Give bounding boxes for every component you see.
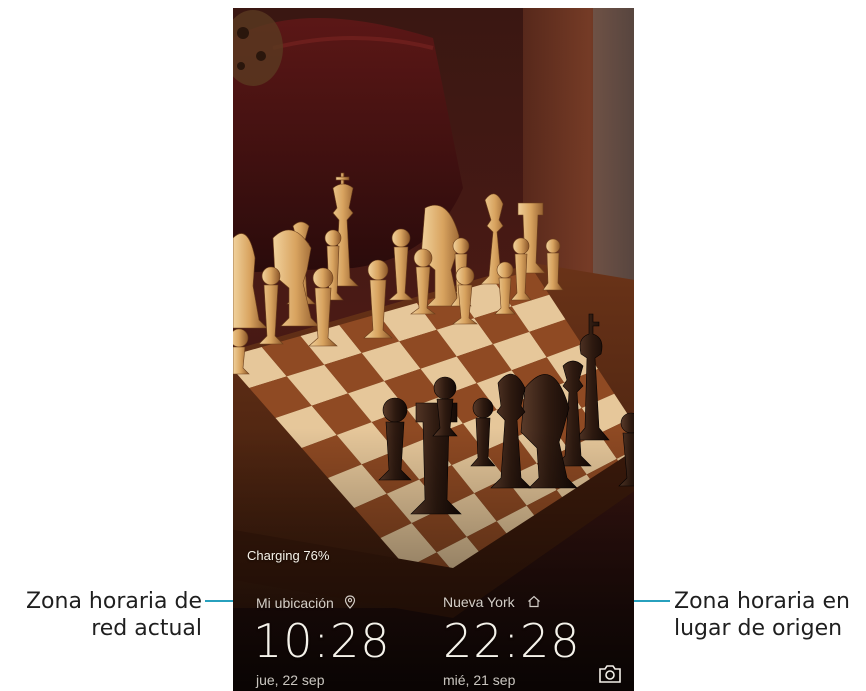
callout-label-line: Zona horaria de (25, 589, 202, 614)
callout-home-timezone: Zona horaria en lugar de origen (674, 589, 864, 643)
clock-time-current: 10:28 (253, 614, 391, 668)
camera-icon[interactable] (597, 664, 623, 684)
clock-location-current: Mi ubicación (256, 594, 356, 611)
clock-date-current: jue, 22 sep (256, 672, 325, 688)
callout-label-line: Zona horaria en (674, 589, 850, 614)
chess-wallpaper (233, 8, 634, 691)
callout-current-network-timezone: Zona horaria de red actual (10, 589, 202, 643)
lock-screen: Charging 76% Mi ubicación 10:28 jue, 22 … (233, 8, 634, 691)
clock-date-home: mié, 21 sep (443, 672, 516, 688)
clock-location-label: Nueva York (443, 594, 515, 610)
clock-time-home: 22:28 (443, 614, 581, 668)
location-pin-icon (344, 595, 355, 609)
clock-location-label: Mi ubicación (256, 595, 334, 611)
callout-label-line: red actual (91, 615, 202, 641)
clock-location-home: Nueva York (443, 594, 541, 610)
callout-label-line: lugar de origen (674, 615, 843, 641)
home-icon (527, 595, 540, 608)
charging-status: Charging 76% (247, 548, 330, 563)
